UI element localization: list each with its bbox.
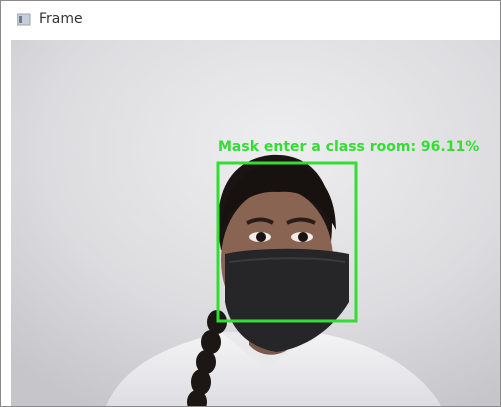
title-bar[interactable]: Frame [1, 1, 500, 39]
camera-image: Mask enter a class room: 96.11% [11, 40, 500, 406]
window-app-icon [16, 13, 31, 27]
detection-label: Mask enter a class room: 96.11% [218, 139, 479, 155]
app-window: Frame Mask enter a class room: 96.11% [0, 0, 501, 407]
window-title: Frame [39, 11, 83, 27]
video-frame: Mask enter a class room: 96.11% [11, 40, 500, 406]
